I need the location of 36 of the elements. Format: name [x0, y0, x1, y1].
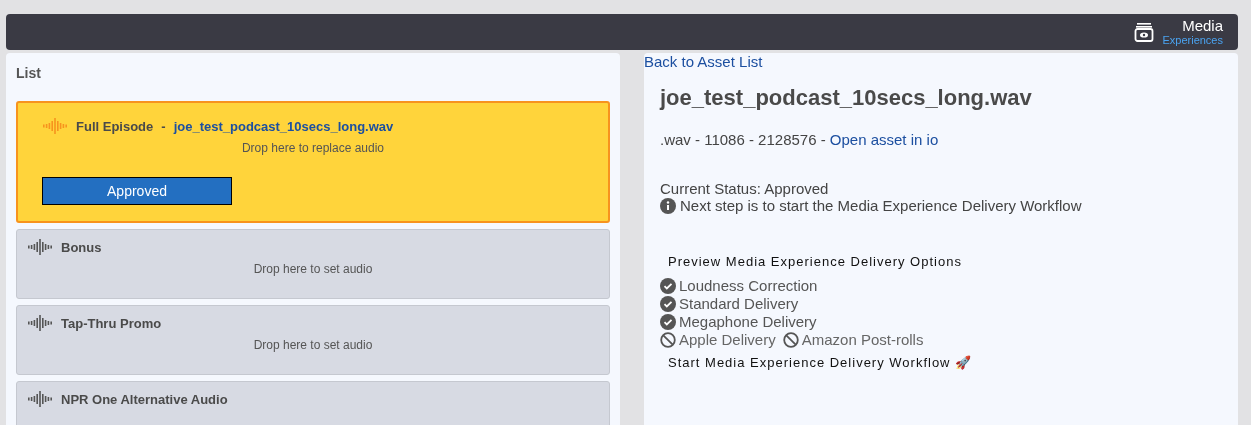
options-heading: Preview Media Experience Delivery Options	[668, 254, 963, 269]
audio-slot-card[interactable]: Full Episode - joe_test_podcast_10secs_long.wav Drop here to replace audio Approved	[16, 101, 610, 223]
waveform-icon	[27, 314, 53, 332]
next-step-text: Next step is to start the Media Experience Delivery Workflow	[680, 197, 1082, 214]
audio-slot-card[interactable]: NPR One Alternative Audio	[16, 381, 610, 425]
file-link[interactable]: joe_test_podcast_10secs_long.wav	[173, 118, 394, 134]
asset-title: joe_test_podcast_10secs_long.wav	[660, 85, 1033, 111]
status-button[interactable]: Approved	[42, 177, 232, 205]
asset-meta: .wav - 11086 - 2128576 -	[660, 131, 827, 148]
separator-text: -	[161, 118, 166, 134]
delivery-option: Loudness Correction	[679, 277, 818, 295]
delivery-option: Amazon Post-rolls	[801, 331, 924, 349]
app-title: Media	[1182, 17, 1223, 34]
app-subtitle: Experiences	[1162, 34, 1223, 47]
waveform-icon	[27, 390, 53, 408]
drop-hint: Drop here to set audio	[252, 262, 374, 276]
drop-hint: Drop here to replace audio	[240, 141, 386, 155]
slot-name: Tap-Thru Promo	[61, 315, 162, 331]
slot-name: Bonus	[61, 239, 102, 255]
list-title: List	[16, 65, 42, 81]
waveform-icon	[42, 117, 68, 135]
delivery-option: Megaphone Delivery	[679, 313, 817, 331]
drop-hint: Drop here to set audio	[252, 338, 374, 352]
delivery-option: Standard Delivery	[679, 295, 799, 313]
waveform-icon	[27, 238, 53, 256]
start-workflow-button[interactable]: Start Media Experience Delivery Workflow 🚀	[660, 355, 981, 370]
media-icon	[1134, 22, 1155, 42]
open-asset-link[interactable]: Open asset in io	[829, 131, 939, 148]
current-status: Current Status: Approved	[660, 180, 830, 197]
slot-name: NPR One Alternative Audio	[61, 391, 228, 407]
info-icon	[660, 197, 676, 214]
audio-slot-card[interactable]: Bonus Drop here to set audio	[16, 229, 610, 299]
back-link[interactable]: Back to Asset List	[644, 53, 763, 71]
slot-name: Full Episode	[76, 118, 154, 134]
audio-slot-card[interactable]: Tap-Thru Promo Drop here to set audio	[16, 305, 610, 375]
delivery-option: Apple Delivery	[679, 331, 776, 349]
